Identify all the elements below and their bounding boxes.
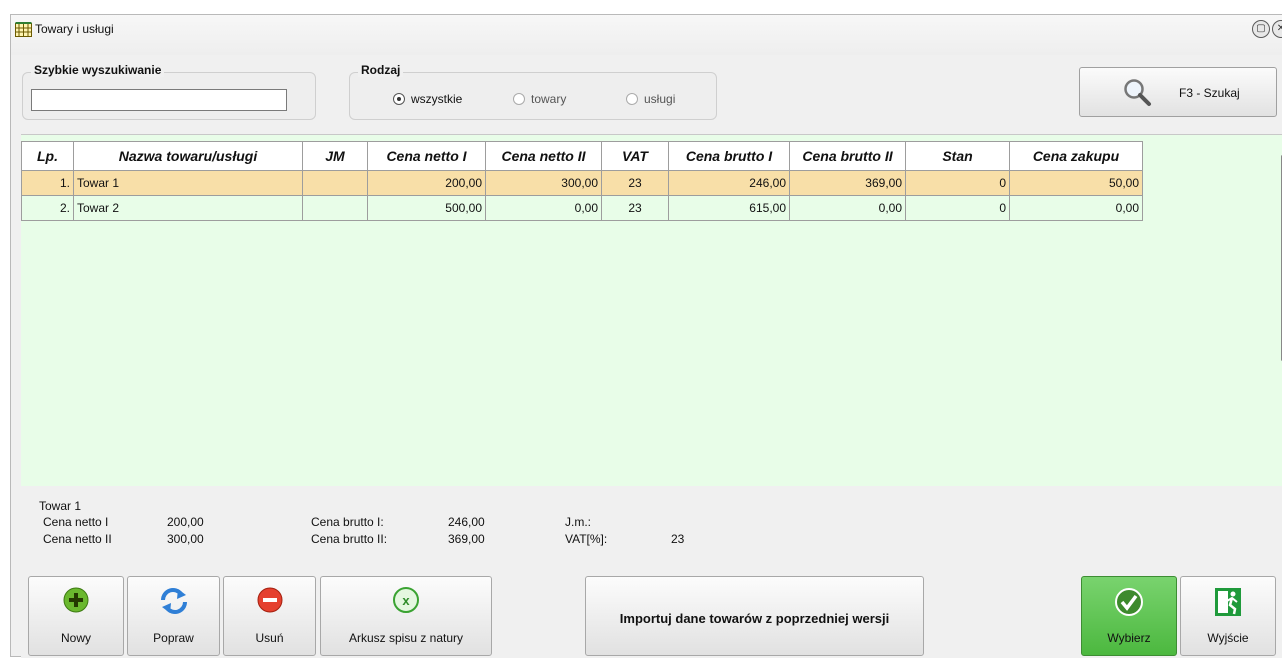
cell-cena-netto-2: 0,00 — [485, 195, 602, 221]
delete-button[interactable]: Usuń — [223, 576, 316, 656]
detail-netto2-value: 300,00 — [167, 532, 204, 546]
kind-group: Rodzaj wszystkie towary usługi — [349, 63, 717, 120]
quick-search-group: Szybkie wyszukiwanie — [22, 63, 316, 120]
detail-vat-value: 23 — [671, 532, 685, 546]
detail-jm-label: J.m.: — [565, 515, 591, 529]
refresh-icon — [160, 588, 187, 614]
col-stan[interactable]: Stan — [905, 141, 1010, 171]
col-cena-zakupu[interactable]: Cena zakupu — [1009, 141, 1143, 171]
products-table: Lp. Nazwa towaru/usługi JM Cena netto I … — [21, 141, 1143, 221]
table-row[interactable]: 2. Towar 2 500,00 0,00 23 615,00 0,00 0 … — [21, 195, 1143, 221]
edit-button-label: Popraw — [153, 631, 194, 645]
col-cena-brutto-1[interactable]: Cena brutto I — [668, 141, 790, 171]
detail-brutto1-label: Cena brutto I: — [311, 515, 384, 529]
app-icon — [15, 22, 32, 37]
radio-dot — [513, 93, 525, 105]
new-button-label: Nowy — [60, 631, 91, 645]
search-button-label: F3 - Szukaj — [1179, 86, 1240, 100]
search-button[interactable]: F3 - Szukaj — [1079, 67, 1277, 117]
towary-window: Towary i usługi ▢ ✕ Szybkie wyszukiwanie… — [10, 14, 1282, 658]
exit-button-label: Wyjście — [1207, 631, 1249, 645]
detail-name: Towar 1 — [39, 499, 82, 513]
import-button-label: Importuj dane towarów z poprzedniej wers… — [619, 611, 890, 626]
radio-towary[interactable]: towary — [513, 92, 566, 106]
details-panel: Towar 1 Cena netto I 200,00 Cena netto I… — [21, 486, 1282, 572]
quick-search-input[interactable] — [31, 89, 287, 111]
detail-brutto1-value: 246,00 — [448, 515, 485, 529]
col-vat[interactable]: VAT — [601, 141, 669, 171]
cell-cena-zakupu: 0,00 — [1009, 195, 1143, 221]
magnifier-icon — [1124, 79, 1151, 106]
cell-cena-netto-1: 500,00 — [367, 195, 486, 221]
radio-label: wszystkie — [411, 92, 463, 106]
cell-lp: 1. — [21, 170, 74, 196]
new-button[interactable]: Nowy — [28, 576, 124, 656]
exit-door-icon — [1215, 588, 1241, 616]
detail-netto2-label: Cena netto II — [43, 532, 112, 546]
inventory-sheet-button[interactable]: x Arkusz spisu z natury — [320, 576, 492, 656]
cell-vat: 23 — [601, 170, 669, 196]
cell-vat: 23 — [601, 195, 669, 221]
exit-button[interactable]: Wyjście — [1180, 576, 1276, 656]
radio-dot — [393, 93, 405, 105]
cell-nazwa: Towar 2 — [73, 195, 303, 221]
cell-cena-brutto-1: 615,00 — [668, 195, 790, 221]
cell-cena-brutto-1: 246,00 — [668, 170, 790, 196]
quick-search-legend: Szybkie wyszukiwanie — [31, 63, 165, 77]
col-cena-netto-1[interactable]: Cena netto I — [367, 141, 486, 171]
import-button[interactable]: Importuj dane towarów z poprzedniej wers… — [585, 576, 924, 656]
select-button[interactable]: Wybierz — [1081, 576, 1177, 656]
cell-cena-brutto-2: 0,00 — [789, 195, 906, 221]
radio-wszystkie[interactable]: wszystkie — [393, 92, 462, 106]
detail-brutto2-value: 369,00 — [448, 532, 485, 546]
detail-brutto2-label: Cena brutto II: — [311, 532, 388, 546]
col-jm[interactable]: JM — [302, 141, 368, 171]
col-cena-netto-2[interactable]: Cena netto II — [485, 141, 602, 171]
cell-jm — [302, 195, 368, 221]
table-row[interactable]: 1. Towar 1 200,00 300,00 23 246,00 369,0… — [21, 170, 1143, 196]
inventory-sheet-button-label: Arkusz spisu z natury — [348, 631, 464, 645]
bottom-toolbar: Nowy Popraw Usuń x Arkusz spisu z natury… — [21, 572, 1282, 658]
cell-jm — [302, 170, 368, 196]
col-cena-brutto-2[interactable]: Cena brutto II — [789, 141, 906, 171]
detail-netto1-label: Cena netto I — [43, 515, 109, 529]
detail-vat-label: VAT[%]: — [565, 532, 608, 546]
cell-nazwa: Towar 1 — [73, 170, 303, 196]
delete-button-label: Usuń — [255, 631, 284, 645]
detail-netto1-value: 200,00 — [167, 515, 204, 529]
cell-stan: 0 — [905, 170, 1010, 196]
edit-button[interactable]: Popraw — [127, 576, 220, 656]
plus-icon — [63, 587, 89, 613]
radio-dot — [626, 93, 638, 105]
cell-lp: 2. — [21, 195, 74, 221]
products-grid[interactable]: Lp. Nazwa towaru/usługi JM Cena netto I … — [21, 134, 1282, 486]
cell-cena-brutto-2: 369,00 — [789, 170, 906, 196]
select-button-label: Wybierz — [1107, 631, 1151, 645]
col-nazwa[interactable]: Nazwa towaru/usługi — [73, 141, 303, 171]
close-icon[interactable]: ✕ — [1272, 20, 1282, 38]
minus-icon — [257, 587, 282, 613]
radio-uslugi[interactable]: usługi — [626, 92, 675, 106]
restore-icon[interactable]: ▢ — [1252, 20, 1270, 38]
kind-legend: Rodzaj — [358, 63, 404, 77]
cell-stan: 0 — [905, 195, 1010, 221]
svg-text:x: x — [402, 593, 410, 608]
cell-cena-netto-1: 200,00 — [367, 170, 486, 196]
title-bar: Towary i usługi ▢ ✕ — [11, 15, 1282, 55]
cell-cena-zakupu: 50,00 — [1009, 170, 1143, 196]
checkmark-icon — [1115, 588, 1143, 616]
radio-label: usługi — [644, 92, 676, 106]
spreadsheet-icon: x — [393, 587, 419, 613]
window-title: Towary i usługi — [35, 22, 114, 36]
radio-label: towary — [531, 92, 567, 106]
cell-cena-netto-2: 300,00 — [485, 170, 602, 196]
col-lp[interactable]: Lp. — [21, 141, 74, 171]
